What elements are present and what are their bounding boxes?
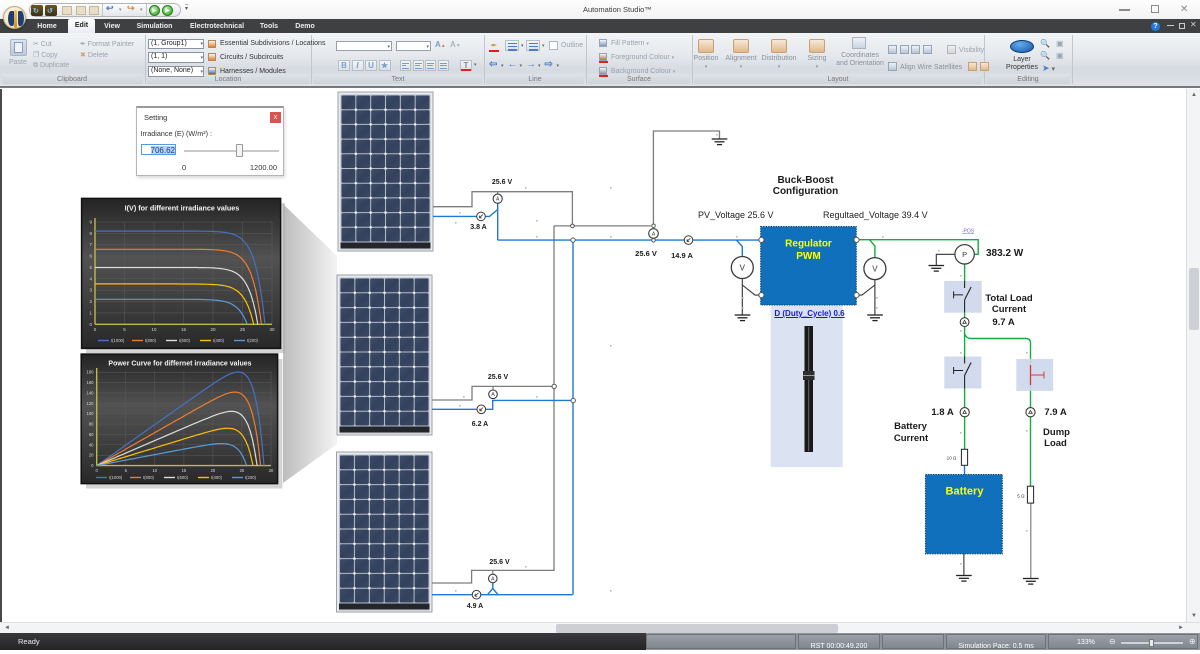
svg-text:10: 10 bbox=[151, 327, 157, 332]
svg-text:I(400): I(400) bbox=[213, 338, 225, 343]
svg-text:5 Ω: 5 Ω bbox=[1017, 494, 1025, 499]
svg-text:120: 120 bbox=[87, 401, 95, 406]
svg-text:PWM: PWM bbox=[796, 251, 820, 262]
svg-text:100: 100 bbox=[87, 411, 95, 416]
svg-text:180: 180 bbox=[87, 370, 95, 375]
svg-text:V: V bbox=[740, 263, 746, 272]
svg-text:I(200): I(200) bbox=[247, 338, 259, 343]
svg-text:Battery: Battery bbox=[946, 486, 985, 498]
svg-text:I(V) for different irradiance: I(V) for different irradiance values bbox=[125, 204, 240, 213]
svg-text:60: 60 bbox=[89, 432, 94, 437]
svg-text:15: 15 bbox=[182, 468, 187, 473]
svg-text:I(1000): I(1000) bbox=[109, 475, 123, 480]
svg-text:10: 10 bbox=[152, 468, 157, 473]
svg-text:40: 40 bbox=[89, 442, 94, 447]
svg-text:I(800): I(800) bbox=[145, 338, 157, 343]
svg-text:15: 15 bbox=[181, 327, 187, 332]
svg-text:20: 20 bbox=[210, 327, 216, 332]
svg-text:I(1000): I(1000) bbox=[111, 338, 125, 343]
svg-text:V: V bbox=[872, 265, 878, 274]
svg-text:20: 20 bbox=[211, 468, 216, 473]
svg-text:25: 25 bbox=[240, 327, 246, 332]
svg-text:I(800): I(800) bbox=[143, 475, 155, 480]
svg-text:140: 140 bbox=[87, 390, 95, 395]
svg-text:I(200): I(200) bbox=[245, 475, 257, 480]
svg-text:-POS: -POS bbox=[962, 229, 975, 235]
svg-text:I(600): I(600) bbox=[177, 475, 189, 480]
svg-text:80: 80 bbox=[89, 422, 94, 427]
svg-text:I(400): I(400) bbox=[211, 475, 223, 480]
svg-text:30: 30 bbox=[269, 327, 275, 332]
svg-text:Regulator: Regulator bbox=[785, 239, 832, 250]
svg-text:10 Ω: 10 Ω bbox=[947, 456, 957, 461]
svg-text:25: 25 bbox=[240, 468, 245, 473]
svg-text:P: P bbox=[962, 250, 967, 259]
svg-text:30: 30 bbox=[269, 468, 274, 473]
svg-text:Power Curve for differnet irra: Power Curve for differnet irradiance val… bbox=[108, 361, 251, 368]
svg-text:20: 20 bbox=[89, 453, 94, 458]
svg-text:160: 160 bbox=[87, 380, 95, 385]
svg-text:I(600): I(600) bbox=[179, 338, 191, 343]
